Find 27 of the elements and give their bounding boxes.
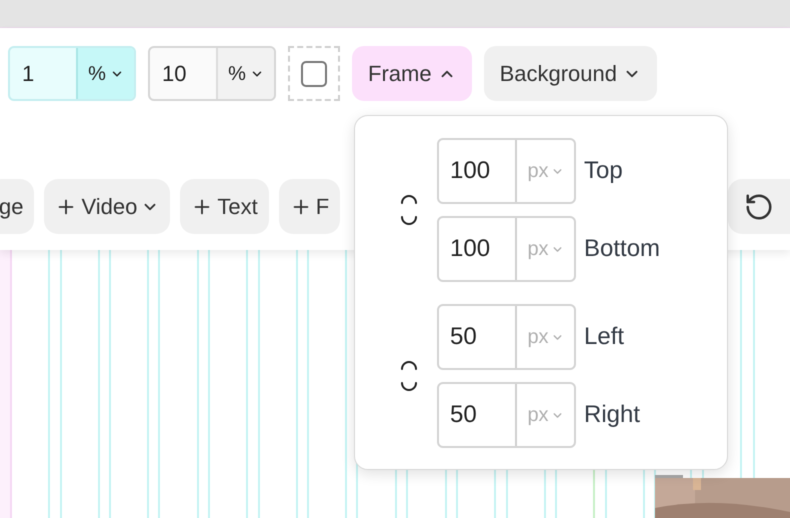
reset-icon	[744, 192, 774, 222]
unit-select[interactable]: %	[76, 48, 134, 99]
add-button[interactable]: Text	[180, 179, 269, 234]
menu-button[interactable]: Background	[484, 46, 657, 101]
field-label: Right	[584, 400, 640, 430]
number-field[interactable]: 50 px	[437, 304, 576, 370]
number-field[interactable]: 50 px	[437, 382, 576, 448]
size-field[interactable]: 1 %	[8, 46, 136, 101]
number-field[interactable]: 100 px	[437, 216, 576, 282]
reset-button[interactable]	[728, 179, 790, 234]
size-value: 10	[161, 60, 188, 88]
field-label: Bottom	[584, 234, 660, 264]
field-value: 50	[449, 400, 478, 430]
field-value: 50	[449, 322, 478, 352]
size-value: 1	[21, 60, 36, 88]
add-button[interactable]: ge	[0, 179, 34, 234]
unit-select[interactable]: %	[216, 48, 274, 99]
field-label: Top	[584, 156, 623, 186]
add-button[interactable]: F	[278, 179, 340, 234]
size-field[interactable]: 10 %	[148, 46, 276, 101]
add-button[interactable]: Video	[44, 179, 170, 234]
field-label: Left	[584, 322, 624, 352]
number-field[interactable]: 100 px	[437, 138, 576, 204]
checkbox[interactable]	[301, 60, 327, 86]
field-value: 100	[449, 156, 492, 186]
field-value: 100	[449, 234, 492, 264]
menu-button[interactable]: Frame	[352, 46, 472, 101]
